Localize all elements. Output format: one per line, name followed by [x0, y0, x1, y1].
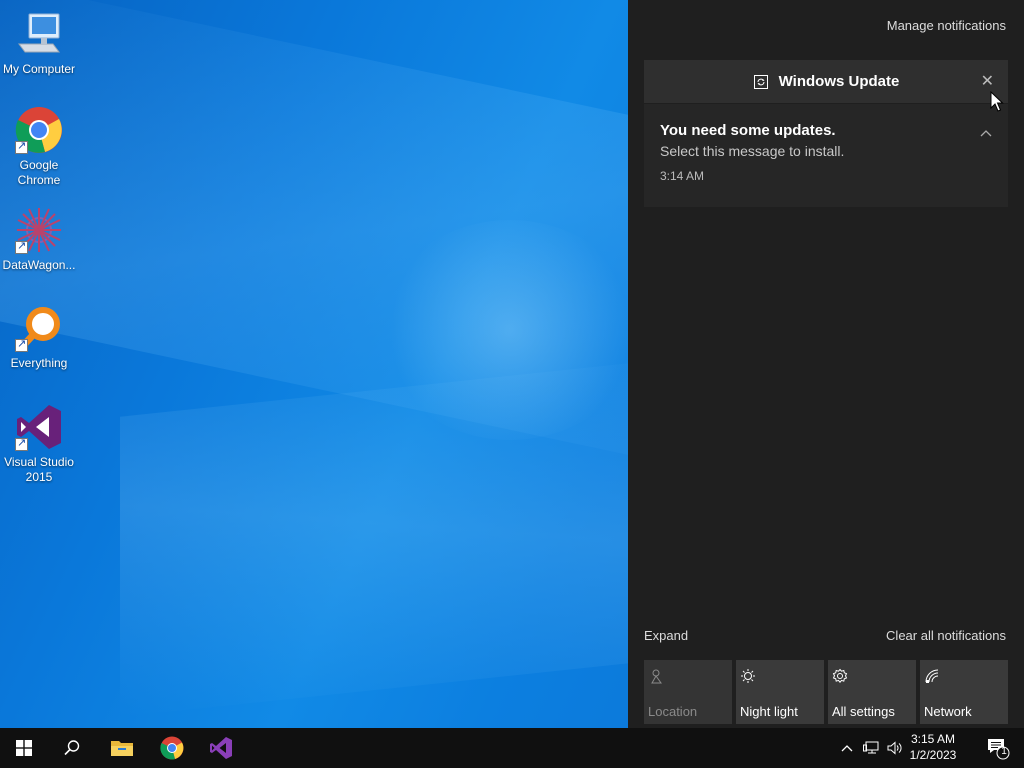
chrome-icon [15, 106, 63, 154]
taskbar-clock[interactable]: 3:15 AM 1/2/2023 [904, 731, 962, 763]
notification-card[interactable]: You need some updates. Select this messa… [644, 104, 1008, 207]
quick-action-label: Network [924, 704, 972, 719]
clear-all-notifications-button[interactable]: Clear all notifications [886, 628, 1006, 643]
location-icon [651, 669, 662, 684]
magnifier-icon [15, 304, 63, 352]
manage-notifications-link[interactable]: Manage notifications [887, 18, 1006, 33]
search-button[interactable] [48, 728, 96, 768]
chrome-taskbar-button[interactable] [148, 728, 196, 768]
ethernet-icon [863, 741, 879, 754]
show-hidden-icons-button[interactable] [838, 728, 856, 768]
shortcut-arrow-icon [15, 239, 28, 254]
windows-update-icon [753, 74, 768, 89]
desktop-icon-datawagon[interactable]: DataWagon... [0, 206, 78, 273]
quick-actions: Location Night light All settings Networ… [644, 660, 1008, 724]
action-center-button[interactable]: 1 [986, 736, 1010, 760]
shortcut-arrow-icon [15, 139, 28, 154]
notification-group: Windows Update ✕ You need some updates. … [644, 60, 1008, 207]
clock-date: 1/2/2023 [909, 748, 957, 762]
desktop-icon-label: My Computer [2, 62, 76, 76]
desktop-icon-my-computer[interactable]: My Computer [0, 10, 78, 77]
close-icon[interactable]: ✕ [981, 71, 994, 91]
quick-action-label: Location [648, 704, 698, 719]
file-explorer-button[interactable] [98, 728, 146, 768]
quick-action-label: All settings [832, 704, 895, 719]
night-light-icon [741, 669, 755, 683]
speaker-icon [887, 741, 902, 755]
desktop-icon-google-chrome[interactable]: Google Chrome [0, 106, 78, 188]
chevron-up-icon[interactable] [980, 128, 992, 140]
desktop-icon-label: Everything [10, 356, 68, 370]
search-icon [64, 740, 80, 756]
gear-icon [832, 668, 848, 683]
chrome-icon [160, 736, 184, 760]
quick-action-night-light[interactable]: Night light [736, 660, 824, 724]
shortcut-arrow-icon [15, 337, 28, 352]
start-button[interactable] [0, 728, 48, 768]
notification-message: Select this message to install. [660, 143, 845, 159]
quick-action-all-settings[interactable]: All settings [828, 660, 916, 724]
desktop-icon-label: DataWagon... [2, 258, 76, 272]
quick-action-location[interactable]: Location [644, 660, 732, 724]
wallpaper-glow [380, 220, 640, 440]
chevron-up-icon [841, 745, 853, 752]
desktop-icon-label: Visual Studio 2015 [4, 455, 74, 484]
monitor-icon [15, 10, 63, 58]
windows-logo-icon [16, 740, 32, 756]
desktop-icon-everything[interactable]: Everything [0, 304, 78, 371]
network-icon [925, 669, 939, 683]
visual-studio-icon [210, 737, 232, 759]
shortcut-arrow-icon [15, 436, 28, 451]
taskbar: 3:15 AM 1/2/2023 1 [0, 728, 1024, 768]
notification-app-name: Windows Update [778, 73, 900, 90]
expand-button[interactable]: Expand [644, 628, 688, 643]
notification-time: 3:14 AM [660, 169, 705, 183]
notification-group-header[interactable]: Windows Update ✕ [644, 60, 1008, 103]
desktop-icon-label: Google Chrome [17, 158, 61, 187]
datawagon-icon [15, 206, 63, 254]
quick-action-network[interactable]: Network [920, 660, 1008, 724]
volume-tray-button[interactable] [884, 728, 906, 768]
folder-icon [111, 741, 133, 756]
network-tray-button[interactable] [860, 728, 882, 768]
desktop-icon-visual-studio[interactable]: Visual Studio 2015 [0, 403, 78, 485]
mouse-cursor-icon [990, 91, 1004, 112]
action-center-panel: Manage notifications Windows Update ✕ Yo… [628, 0, 1024, 728]
visual-studio-taskbar-button[interactable] [197, 728, 245, 768]
quick-action-label: Night light [740, 704, 798, 719]
clock-time: 3:15 AM [910, 732, 956, 746]
notification-count-badge: 1 [1001, 746, 1007, 757]
notification-title: You need some updates. [660, 122, 836, 139]
visual-studio-icon [15, 403, 63, 451]
